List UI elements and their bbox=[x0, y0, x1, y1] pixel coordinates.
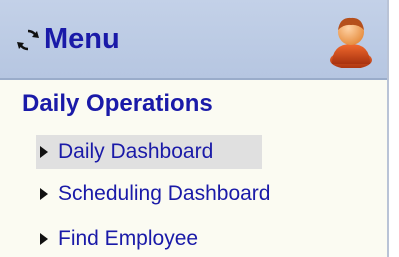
arrow-right-icon bbox=[40, 233, 48, 245]
menu-item-label: Daily Dashboard bbox=[58, 140, 214, 163]
menu-panel: Menu Daily Operations Daily Dashboard Sc… bbox=[0, 0, 389, 257]
arrow-right-icon bbox=[40, 146, 48, 158]
arrow-right-icon bbox=[40, 188, 48, 200]
menu-item-label: Find Employee bbox=[58, 227, 199, 250]
user-avatar-icon[interactable] bbox=[328, 14, 374, 68]
section-title: Daily Operations bbox=[22, 90, 213, 117]
refresh-icon[interactable] bbox=[14, 26, 42, 54]
menu-item-label: Scheduling Dashboard bbox=[58, 182, 271, 205]
menu-item-scheduling-dashboard[interactable]: Scheduling Dashboard bbox=[36, 177, 280, 211]
menu-title: Menu bbox=[44, 23, 120, 55]
menu-item-daily-dashboard[interactable]: Daily Dashboard bbox=[36, 135, 262, 169]
menu-header: Menu bbox=[0, 0, 387, 80]
menu-item-find-employee[interactable]: Find Employee bbox=[36, 222, 208, 256]
